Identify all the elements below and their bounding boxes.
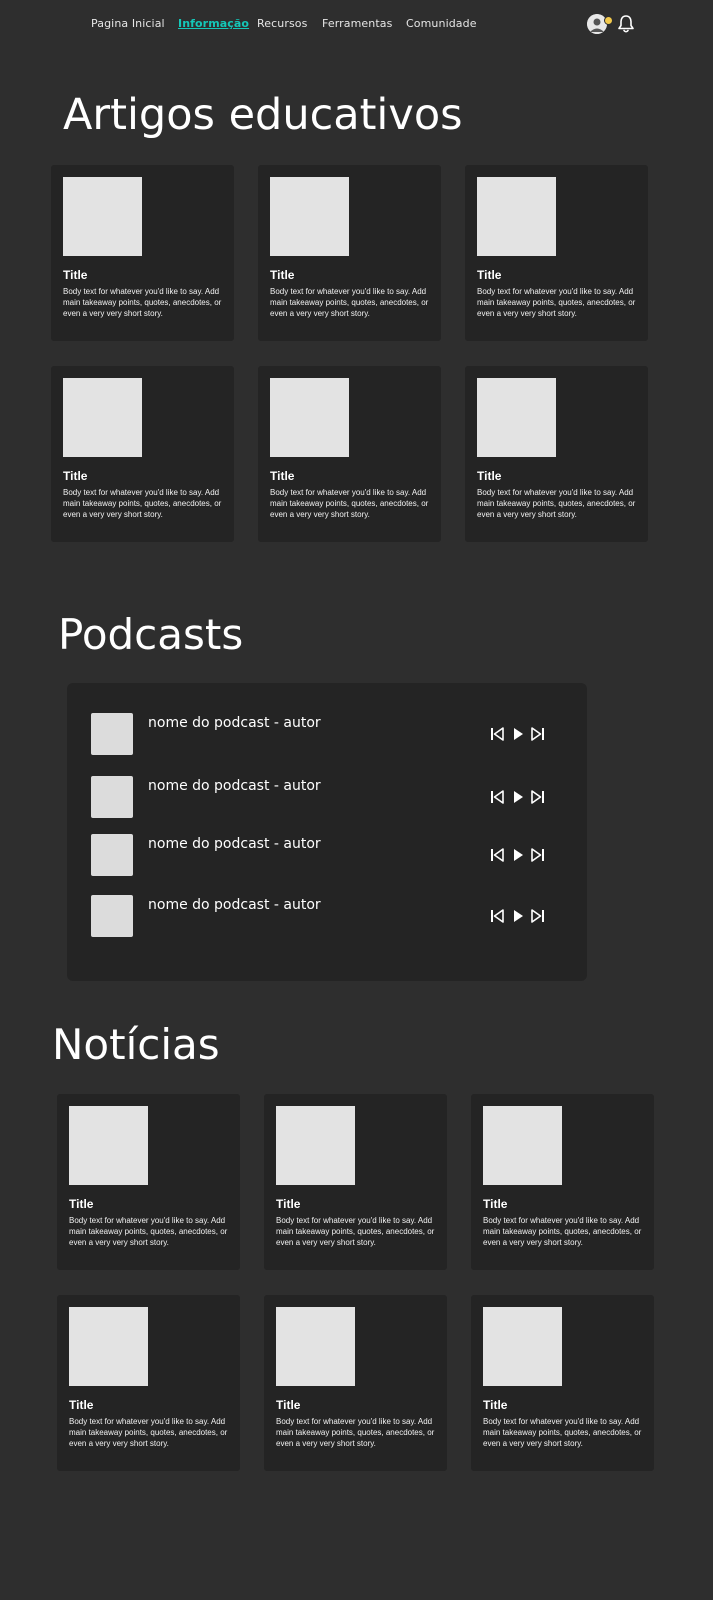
articles-card[interactable]: Title Body text for whatever you'd like t… <box>465 165 648 341</box>
news-card[interactable]: Title Body text for whatever you'd like t… <box>57 1295 240 1471</box>
card-title: Title <box>483 1398 508 1412</box>
skip-back-icon[interactable] <box>489 726 505 742</box>
play-icon[interactable] <box>510 789 526 805</box>
news-card[interactable]: Title Body text for whatever you'd like t… <box>264 1094 447 1270</box>
podcast-item[interactable]: nome do podcast - autor <box>67 834 587 878</box>
nav-link-informacao[interactable]: Informação <box>178 17 249 30</box>
skip-forward-icon[interactable] <box>530 726 546 742</box>
podcast-list: nome do podcast - autor nome do podcast -… <box>67 683 587 981</box>
top-navigation: Pagina Inicial Informação Recursos Ferra… <box>0 0 713 48</box>
card-image-placeholder <box>276 1307 355 1386</box>
card-image-placeholder <box>483 1307 562 1386</box>
podcast-cover-placeholder <box>91 776 133 818</box>
card-body-text: Body text for whatever you'd like to say… <box>270 287 429 318</box>
podcast-cover-placeholder <box>91 713 133 755</box>
play-icon[interactable] <box>510 726 526 742</box>
podcast-cover-placeholder <box>91 834 133 876</box>
podcast-item[interactable]: nome do podcast - autor <box>67 776 587 820</box>
card-image-placeholder <box>477 378 556 457</box>
status-badge <box>604 16 613 25</box>
card-body-text: Body text for whatever you'd like to say… <box>477 287 636 318</box>
articles-card[interactable]: Title Body text for whatever you'd like t… <box>465 366 648 542</box>
skip-forward-icon[interactable] <box>530 847 546 863</box>
news-card[interactable]: Title Body text for whatever you'd like t… <box>471 1094 654 1270</box>
card-title: Title <box>270 469 295 483</box>
card-body-text: Body text for whatever you'd like to say… <box>63 488 222 519</box>
card-image-placeholder <box>69 1106 148 1185</box>
card-title: Title <box>69 1398 94 1412</box>
podcast-item[interactable]: nome do podcast - autor <box>67 713 587 757</box>
skip-back-icon[interactable] <box>489 847 505 863</box>
skip-forward-icon[interactable] <box>530 908 546 924</box>
card-image-placeholder <box>276 1106 355 1185</box>
news-card[interactable]: Title Body text for whatever you'd like t… <box>264 1295 447 1471</box>
play-icon[interactable] <box>510 847 526 863</box>
card-image-placeholder <box>270 177 349 256</box>
card-image-placeholder <box>270 378 349 457</box>
nav-link-ferramentas[interactable]: Ferramentas <box>322 17 392 30</box>
podcasts-section-title: Podcasts <box>58 610 244 659</box>
articles-card[interactable]: Title Body text for whatever you'd like t… <box>258 366 441 542</box>
articles-card[interactable]: Title Body text for whatever you'd like t… <box>51 165 234 341</box>
articles-card[interactable]: Title Body text for whatever you'd like t… <box>258 165 441 341</box>
card-body-text: Body text for whatever you'd like to say… <box>63 287 222 318</box>
card-title: Title <box>276 1398 301 1412</box>
nav-link-recursos[interactable]: Recursos <box>257 17 307 30</box>
news-card[interactable]: Title Body text for whatever you'd like t… <box>471 1295 654 1471</box>
card-body-text: Body text for whatever you'd like to say… <box>69 1417 228 1448</box>
card-image-placeholder <box>63 177 142 256</box>
card-body-text: Body text for whatever you'd like to say… <box>477 488 636 519</box>
nav-link-comunidade[interactable]: Comunidade <box>406 17 477 30</box>
card-image-placeholder <box>477 177 556 256</box>
skip-back-icon[interactable] <box>489 789 505 805</box>
podcast-name: nome do podcast - autor <box>148 836 321 852</box>
news-card[interactable]: Title Body text for whatever you'd like t… <box>57 1094 240 1270</box>
card-body-text: Body text for whatever you'd like to say… <box>483 1417 642 1448</box>
card-image-placeholder <box>63 378 142 457</box>
card-title: Title <box>63 469 88 483</box>
nav-link-pagina-inicial[interactable]: Pagina Inicial <box>91 17 165 30</box>
card-title: Title <box>477 469 502 483</box>
card-image-placeholder <box>69 1307 148 1386</box>
articles-card[interactable]: Title Body text for whatever you'd like t… <box>51 366 234 542</box>
podcast-name: nome do podcast - autor <box>148 897 321 913</box>
card-body-text: Body text for whatever you'd like to say… <box>483 1216 642 1247</box>
podcast-name: nome do podcast - autor <box>148 715 321 731</box>
card-body-text: Body text for whatever you'd like to say… <box>276 1216 435 1247</box>
podcast-item[interactable]: nome do podcast - autor <box>67 895 587 939</box>
card-title: Title <box>63 268 88 282</box>
card-title: Title <box>276 1197 301 1211</box>
play-icon[interactable] <box>510 908 526 924</box>
card-title: Title <box>270 268 295 282</box>
podcast-cover-placeholder <box>91 895 133 937</box>
card-body-text: Body text for whatever you'd like to say… <box>276 1417 435 1448</box>
skip-forward-icon[interactable] <box>530 789 546 805</box>
skip-back-icon[interactable] <box>489 908 505 924</box>
card-title: Title <box>477 268 502 282</box>
card-image-placeholder <box>483 1106 562 1185</box>
card-title: Title <box>483 1197 508 1211</box>
podcast-name: nome do podcast - autor <box>148 778 321 794</box>
articles-section-title: Artigos educativos <box>63 90 463 140</box>
bell-icon[interactable] <box>617 14 635 34</box>
news-section-title: Notícias <box>52 1020 220 1069</box>
card-title: Title <box>69 1197 94 1211</box>
card-body-text: Body text for whatever you'd like to say… <box>270 488 429 519</box>
card-body-text: Body text for whatever you'd like to say… <box>69 1216 228 1247</box>
